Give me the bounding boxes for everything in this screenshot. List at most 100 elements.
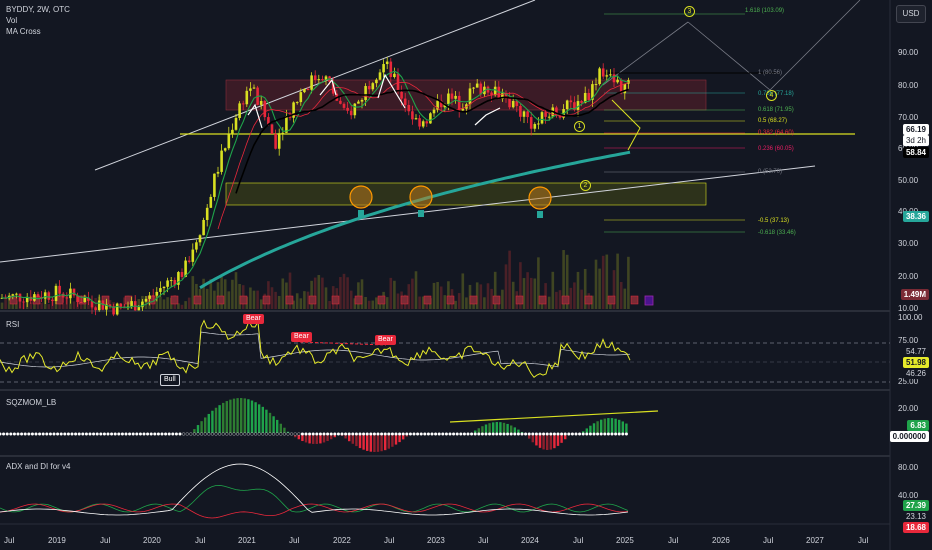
candle-body: [346, 107, 349, 111]
candle-body: [83, 297, 87, 303]
sqz-dot: [52, 432, 56, 436]
earnings-marker: [377, 295, 386, 305]
earnings-marker: [446, 295, 455, 305]
candle-body: [137, 307, 141, 311]
volume-bar: [321, 277, 324, 309]
candle-body: [468, 88, 472, 105]
earnings-marker: [170, 295, 179, 305]
volume-bar: [461, 273, 465, 309]
sqz-dot: [340, 432, 344, 436]
wave-label-1: 1: [574, 121, 585, 132]
candle-body: [432, 109, 436, 114]
sqz-dot: [484, 432, 488, 436]
sqz-dot: [336, 432, 340, 436]
sqz-dot: [480, 432, 484, 436]
volume-bar: [328, 300, 331, 309]
candle-body: [425, 121, 429, 124]
volume-bar: [551, 271, 555, 309]
sqz-dot: [513, 432, 517, 436]
sqz-dot: [221, 432, 225, 436]
sqz-dot: [12, 432, 16, 436]
sqz-dot: [156, 432, 160, 436]
candle-body: [220, 150, 223, 172]
time-tick: Jul: [763, 536, 774, 545]
candle-body: [180, 272, 184, 277]
candle-body: [544, 112, 547, 117]
sqz-dot: [354, 432, 358, 436]
candle-body: [321, 79, 324, 81]
sqz-dot: [92, 432, 96, 436]
adx-value-badge: 27.39: [902, 500, 929, 511]
candle-body: [238, 103, 241, 118]
sqzmom-pane: [0, 398, 659, 452]
candle-body: [403, 98, 407, 105]
rsi-bear-signal: Bear: [243, 314, 264, 324]
sqz-histogram-bar: [614, 418, 617, 434]
volume-bar: [187, 297, 191, 309]
rsi-bear-signal: Bear: [375, 335, 396, 345]
candle-body: [367, 86, 371, 90]
earnings-marker-future: [644, 295, 654, 306]
volume-bar: [457, 293, 461, 309]
volume-indicator-label: Vol: [6, 16, 18, 25]
volume-bar: [205, 288, 209, 309]
sqz-dot: [66, 432, 70, 436]
volume-bar: [529, 277, 533, 309]
time-tick: Jul: [289, 536, 300, 545]
candle-body: [447, 93, 450, 104]
sqz-dot: [34, 432, 38, 436]
volume-bar: [216, 282, 220, 309]
volume-bar: [616, 253, 619, 309]
candle-body: [522, 111, 526, 117]
candle-body: [313, 75, 317, 81]
volume-bar: [432, 282, 436, 309]
price-tick: 20.00: [898, 272, 919, 281]
sqz-dot: [520, 432, 524, 436]
sqz-dot: [120, 432, 124, 436]
candle-body: [274, 133, 277, 149]
sqz-dot: [257, 432, 261, 436]
sqz-dot: [182, 432, 186, 436]
candle-body: [119, 303, 123, 307]
volume-bar: [573, 282, 576, 309]
rsi-tick: 100.00: [898, 313, 923, 322]
sqz-histogram-bar: [592, 423, 596, 434]
candle-body: [187, 260, 191, 262]
sqz-dot: [498, 432, 502, 436]
sqz-dot: [23, 432, 27, 436]
sqz-histogram-bar: [272, 416, 275, 434]
fib-label: 0.382 (64.60): [758, 130, 794, 136]
candle-body: [537, 123, 540, 125]
sqz-dot: [434, 432, 438, 436]
earnings-marker: [331, 295, 340, 305]
sqz-dot: [405, 432, 409, 436]
candle-body: [339, 100, 342, 104]
candle-body: [540, 112, 544, 124]
candle-body: [364, 86, 367, 100]
candle-body: [54, 285, 58, 301]
candle-body: [616, 79, 619, 83]
sqz-dot: [506, 432, 510, 436]
volume-bar: [454, 300, 457, 309]
sqz-dot: [351, 432, 355, 436]
candle-body: [162, 286, 166, 289]
sqz-dot: [444, 432, 448, 436]
volume-bar: [231, 279, 234, 309]
volume-bar: [414, 271, 418, 309]
candle-body: [51, 299, 54, 301]
candle-body: [159, 288, 162, 292]
volume-bar: [295, 293, 299, 309]
currency-button[interactable]: USD: [896, 5, 926, 23]
sqz-dot: [329, 432, 333, 436]
time-tick: Jul: [195, 536, 206, 545]
price-tick: 90.00: [898, 48, 919, 57]
volume-bar: [267, 281, 270, 309]
candle-body: [299, 92, 303, 103]
candle-body: [601, 68, 605, 77]
sqz-dot: [297, 432, 301, 436]
volume-bar: [533, 278, 537, 309]
candle-body: [259, 101, 263, 105]
trading-chart[interactable]: [0, 0, 932, 550]
candle-body: [303, 88, 306, 93]
candle-body: [191, 249, 195, 262]
